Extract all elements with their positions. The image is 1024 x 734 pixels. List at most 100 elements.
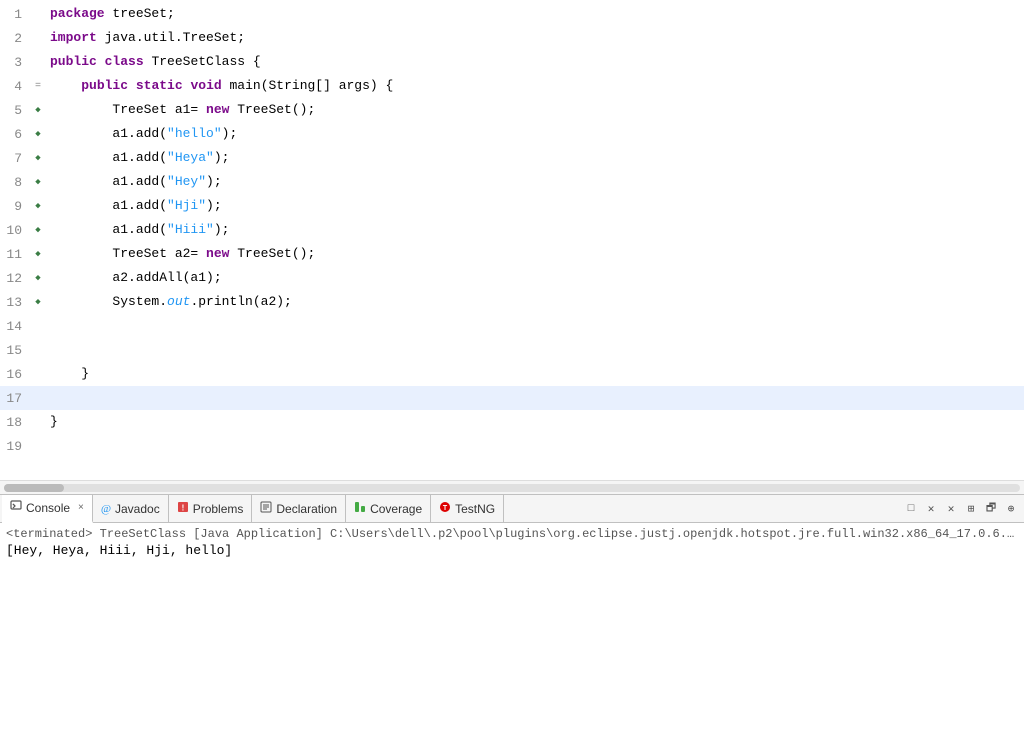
line-marker-8: ◆ [30, 176, 46, 188]
bottom-panel: Console × @ Javadoc! Problems Declaration Cove… [0, 494, 1024, 562]
line-content-7: a1.add("Heya"); [46, 146, 1024, 170]
line-marker-9: ◆ [30, 200, 46, 212]
code-line-17[interactable]: 17 [0, 386, 1024, 410]
code-line-6[interactable]: 6◆ a1.add("hello"); [0, 122, 1024, 146]
code-line-15[interactable]: 15 [0, 338, 1024, 362]
code-line-9[interactable]: 9◆ a1.add("Hji"); [0, 194, 1024, 218]
toolbar-btn-2[interactable]: ✕ [922, 500, 940, 518]
code-line-10[interactable]: 10◆ a1.add("Hiii"); [0, 218, 1024, 242]
line-marker-10: ◆ [30, 224, 46, 236]
code-line-7[interactable]: 7◆ a1.add("Heya"); [0, 146, 1024, 170]
line-marker-4: = [30, 80, 46, 92]
line-number-2: 2 [0, 31, 30, 46]
line-marker-13: ◆ [30, 296, 46, 308]
code-line-8[interactable]: 8◆ a1.add("Hey"); [0, 170, 1024, 194]
line-marker-12: ◆ [30, 272, 46, 284]
line-number-5: 5 [0, 103, 30, 118]
toolbar-btn-6[interactable]: ⊕ [1002, 500, 1020, 518]
tab-label-coverage: Coverage [370, 502, 422, 516]
code-lines: 1 package treeSet; 2 import java.util.TreeS… [0, 0, 1024, 458]
line-content-5: TreeSet a1= new TreeSet(); [46, 98, 1024, 122]
code-line-12[interactable]: 12◆ a2.addAll(a1); [0, 266, 1024, 290]
tab-coverage[interactable]: Coverage [346, 495, 431, 523]
tab-icon-javadoc: @ [101, 503, 111, 515]
console-content: <terminated> TreeSetClass [Java Applicat… [0, 523, 1024, 562]
line-marker-7: ◆ [30, 152, 46, 164]
line-content-11: TreeSet a2= new TreeSet(); [46, 242, 1024, 266]
line-content-1: package treeSet; [46, 2, 1024, 26]
toolbar-btn-1[interactable]: □ [902, 500, 920, 518]
tab-label-declaration: Declaration [276, 502, 337, 516]
line-content-16: } [46, 362, 1024, 386]
line-number-19: 19 [0, 439, 30, 454]
code-editor[interactable]: 1 package treeSet; 2 import java.util.TreeS… [0, 0, 1024, 480]
tab-icon-problems: ! [177, 501, 189, 516]
line-number-4: 4 [0, 79, 30, 94]
code-line-14[interactable]: 14 [0, 314, 1024, 338]
scrollbar-track [4, 484, 1020, 492]
tab-close-console[interactable]: × [78, 502, 84, 513]
line-number-3: 3 [0, 55, 30, 70]
line-number-16: 16 [0, 367, 30, 382]
line-content-8: a1.add("Hey"); [46, 170, 1024, 194]
tab-label-console: Console [26, 501, 70, 515]
line-number-8: 8 [0, 175, 30, 190]
toolbar-btn-5[interactable]: 🗗 [982, 500, 1000, 518]
tab-label-javadoc: Javadoc [115, 502, 160, 516]
line-number-17: 17 [0, 391, 30, 406]
line-number-9: 9 [0, 199, 30, 214]
line-marker-11: ◆ [30, 248, 46, 260]
code-line-5[interactable]: 5◆ TreeSet a1= new TreeSet(); [0, 98, 1024, 122]
tab-icon-testng: T [439, 501, 451, 516]
line-content-2: import java.util.TreeSet; [46, 26, 1024, 50]
line-marker-6: ◆ [30, 128, 46, 140]
code-line-2[interactable]: 2 import java.util.TreeSet; [0, 26, 1024, 50]
tab-label-testng: TestNG [455, 502, 495, 516]
line-number-1: 1 [0, 7, 30, 22]
line-number-11: 11 [0, 247, 30, 262]
tab-label-problems: Problems [193, 502, 244, 516]
code-line-1[interactable]: 1 package treeSet; [0, 2, 1024, 26]
line-content-4: public static void main(String[] args) { [46, 74, 1024, 98]
code-line-4[interactable]: 4= public static void main(String[] args… [0, 74, 1024, 98]
line-content-10: a1.add("Hiii"); [46, 218, 1024, 242]
code-line-16[interactable]: 16 } [0, 362, 1024, 386]
toolbar-btn-3[interactable]: ✕ [942, 500, 960, 518]
tab-toolbar: □ ✕ ✕ ⊞ 🗗 ⊕ [902, 500, 1024, 518]
tab-icon-console [10, 500, 22, 515]
tab-problems[interactable]: ! Problems [169, 495, 253, 523]
line-number-14: 14 [0, 319, 30, 334]
code-line-11[interactable]: 11◆ TreeSet a2= new TreeSet(); [0, 242, 1024, 266]
line-marker-5: ◆ [30, 104, 46, 116]
line-number-13: 13 [0, 295, 30, 310]
line-number-7: 7 [0, 151, 30, 166]
line-number-12: 12 [0, 271, 30, 286]
toolbar-btn-4[interactable]: ⊞ [962, 500, 980, 518]
tab-console[interactable]: Console × [2, 495, 93, 523]
tab-testng[interactable]: T TestNG [431, 495, 504, 523]
code-line-13[interactable]: 13◆ System.out.println(a2); [0, 290, 1024, 314]
line-content-3: public class TreeSetClass { [46, 50, 1024, 74]
line-number-6: 6 [0, 127, 30, 142]
line-number-18: 18 [0, 415, 30, 430]
tab-javadoc[interactable]: @ Javadoc [93, 495, 169, 523]
line-content-18: } [46, 410, 1024, 434]
line-content-9: a1.add("Hji"); [46, 194, 1024, 218]
code-line-19[interactable]: 19 [0, 434, 1024, 458]
horizontal-scrollbar[interactable] [0, 480, 1024, 494]
svg-text:!: ! [181, 504, 184, 513]
scrollbar-thumb[interactable] [4, 484, 64, 492]
tab-declaration[interactable]: Declaration [252, 495, 346, 523]
line-content-6: a1.add("hello"); [46, 122, 1024, 146]
tab-bar: Console × @ Javadoc! Problems Declaration Cove… [0, 495, 1024, 523]
line-number-10: 10 [0, 223, 30, 238]
code-line-3[interactable]: 3 public class TreeSetClass { [0, 50, 1024, 74]
console-terminated-line: <terminated> TreeSetClass [Java Applicat… [6, 527, 1018, 541]
tab-icon-declaration [260, 501, 272, 516]
line-content-13: System.out.println(a2); [46, 290, 1024, 314]
line-number-15: 15 [0, 343, 30, 358]
line-content-12: a2.addAll(a1); [46, 266, 1024, 290]
code-line-18[interactable]: 18} [0, 410, 1024, 434]
tab-icon-coverage [354, 501, 366, 516]
console-output: [Hey, Heya, Hiii, Hji, hello] [6, 543, 1018, 558]
